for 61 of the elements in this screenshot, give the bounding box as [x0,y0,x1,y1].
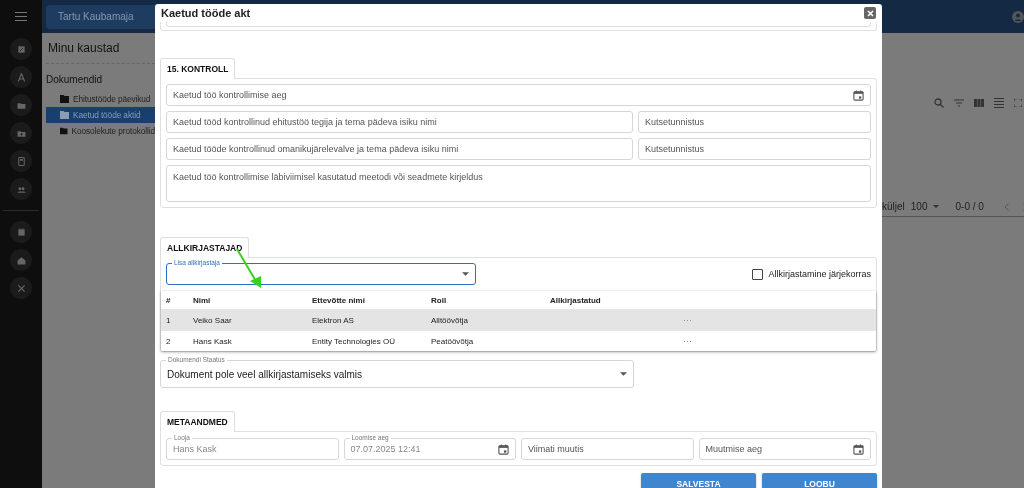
caret-icon[interactable] [620,372,627,376]
column-header: Roll [431,295,448,305]
table-row[interactable]: 2 Hans Kask Entity Technologies OÜ Peatöövõtja ··· [161,330,876,351]
date-field[interactable]: Kaetud töö kontrollimise aeg [166,84,871,106]
page-size-select[interactable]: 100 [910,201,928,212]
density-icon[interactable] [993,98,1004,108]
more-button[interactable]: ··· [683,336,692,346]
date-field[interactable]: Muutmise aeg [698,438,871,460]
action-button[interactable]: SALVESTA [641,473,756,488]
table-cell-text: Veiko Saar [193,315,233,325]
page-range: 0-0 / 0 [955,201,984,212]
table-row[interactable]: 1 Veiko Saar Elektron AS Alltöövõtja ··· [161,309,876,330]
tree-item[interactable]: Ehitustööde päevikud [73,94,151,104]
folder-plus-icon[interactable] [10,122,32,144]
caret-icon[interactable] [933,205,940,208]
folder-icon[interactable] [10,94,32,116]
checkbox[interactable]: Allkirjastamine järjekorras [752,268,871,280]
section-tab[interactable]: METAANDMED [160,411,235,432]
table-cell-text: 1 [166,315,172,325]
section-tab[interactable]: ALLKIRJASTAJAD [160,237,250,258]
column-header: Nimi [193,295,212,305]
tree-item[interactable]: Koosolekute protokollid [71,126,155,136]
table-cell-text: 2 [166,336,172,346]
input-field[interactable]: Viimati muutis [521,438,694,460]
text-area[interactable]: Kaetud töö kontrollimise läbiviimisel kasutatud meetodi või seadmete kirjeldus [166,165,871,202]
filter-icon[interactable] [953,99,964,107]
calendar-icon[interactable] [10,221,32,243]
tree-item[interactable]: Dokumendid [46,74,155,85]
pencil-icon[interactable] [10,38,32,60]
column-header: Ettevõtte nimi [312,295,366,305]
house-icon[interactable] [10,249,32,271]
table-cell-text: Hans Kask [193,336,233,346]
close-button[interactable] [864,7,876,19]
drafting-compass-icon[interactable] [10,66,32,88]
column-header: Allkirjastatud [550,295,602,305]
calculator-icon[interactable] [10,150,32,172]
previous-icon[interactable] [1003,202,1009,211]
section-tab[interactable]: 15. KONTROLL [160,58,236,79]
menu-icon[interactable] [15,11,27,21]
calendar-icon[interactable] [853,89,864,101]
calendar-icon[interactable] [853,443,864,455]
rows-label: küljel [882,201,905,212]
tree-item[interactable]: Kaetud tööde aktid [73,110,141,120]
user-icon[interactable] [1011,10,1024,23]
action-button[interactable]: LOOBU [762,473,877,488]
input-field[interactable]: Kutsetunnistus [638,138,871,160]
table-cell-text: Elektron AS [312,315,355,325]
dialog-title: Kaetud tööde akt [161,7,251,19]
calendar-icon[interactable] [498,443,509,455]
table-cell-text: Alltöövõtja [431,315,469,325]
table-cell-text: Entity Technologies OÜ [312,336,396,346]
search-icon[interactable] [933,98,944,108]
input-field[interactable]: Kutsetunnistus [638,111,871,133]
fullscreen-icon[interactable] [1013,99,1022,107]
table-cell-text: Peatöövõtja [431,336,475,346]
columns-icon[interactable] [973,99,984,107]
input-field[interactable]: Kaetud tööde kontrollinud omanikujärelevalve ja tema pädeva isiku nimi [166,138,633,160]
people-icon[interactable] [10,178,32,200]
input-field[interactable]: Kaetud tööd kontrollinud ehitustöö tegija ja tema pädeva isiku nimi [166,111,633,133]
caret-icon[interactable] [462,272,469,276]
column-header: # [166,295,172,305]
